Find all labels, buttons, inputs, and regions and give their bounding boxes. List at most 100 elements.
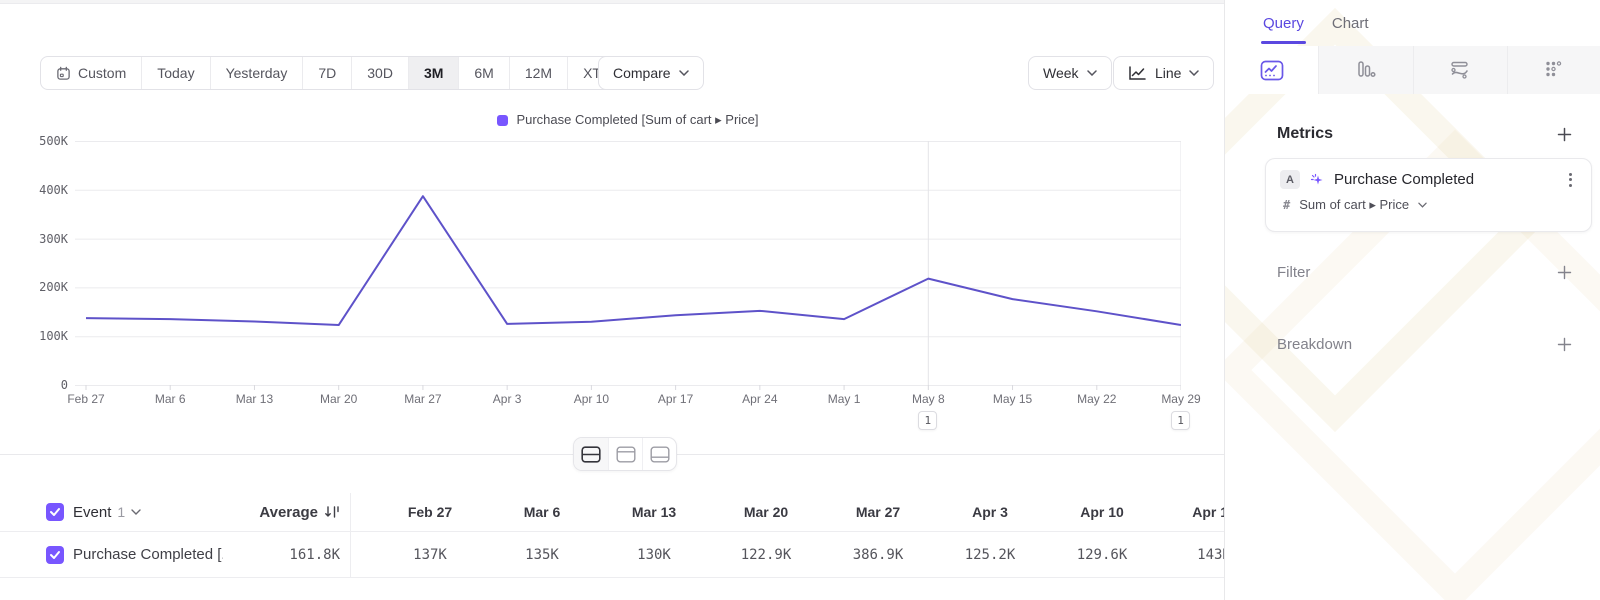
table-value-cell: 122.9K <box>710 532 822 577</box>
x-tick-label: Mar 20 <box>304 392 374 406</box>
chevron-down-icon <box>131 509 141 515</box>
dots-grid-icon <box>1544 60 1564 80</box>
breakdown-section-label: Breakdown <box>1277 336 1352 353</box>
metric-card[interactable]: A Purchase Completed # Sum of cart ▸ Pri… <box>1265 158 1592 232</box>
add-filter-button[interactable] <box>1556 264 1572 280</box>
chart-only-view-button[interactable] <box>608 438 642 470</box>
date-value-cols: 137K135K130K122.9K386.9K125.2K129.6K143K <box>350 532 1224 577</box>
plot-area <box>75 141 1181 393</box>
x-tick-label: May 15 <box>978 392 1048 406</box>
compare-button[interactable]: Compare <box>598 56 704 90</box>
x-tick-label: Apr 24 <box>725 392 795 406</box>
bar-chart-tile[interactable] <box>1318 46 1412 94</box>
range-today[interactable]: Today <box>141 57 209 89</box>
granularity-label: Week <box>1043 65 1079 81</box>
series-line <box>86 196 1181 325</box>
table-value-cell: 143K <box>1158 532 1224 577</box>
insights-icon <box>1260 60 1284 81</box>
y-tick-label: 400K <box>22 183 68 197</box>
row-checkbox[interactable] <box>46 546 64 564</box>
table-header-cell: Apr 10 <box>1046 493 1158 531</box>
insights-chart-tile[interactable] <box>1225 46 1318 94</box>
range-6m[interactable]: 6M <box>458 57 508 89</box>
x-tick-label: Apr 3 <box>472 392 542 406</box>
table-header-row: Event 1 Average Feb 27Mar 6Mar 13Mar 20M… <box>0 493 1224 532</box>
line-chart-icon <box>1128 66 1147 81</box>
average-column-header[interactable]: Average <box>259 504 318 521</box>
query-sidebar: Query Chart <box>1224 0 1600 600</box>
split-view-button[interactable] <box>574 438 608 470</box>
bottom-panel-icon <box>650 446 670 463</box>
tab-query[interactable]: Query <box>1263 0 1304 46</box>
top-panel-icon <box>616 446 636 463</box>
tab-chart[interactable]: Chart <box>1332 0 1369 46</box>
chart-legend: Purchase Completed [Sum of cart ▸ Price] <box>75 112 1181 128</box>
y-tick-label: 100K <box>22 329 68 343</box>
sidebar-tabs: Query Chart <box>1263 0 1369 46</box>
granularity-button[interactable]: Week <box>1028 56 1112 90</box>
range-3m[interactable]: 3M <box>408 57 458 89</box>
chevron-down-icon <box>1418 202 1427 208</box>
x-tick-label: Feb 27 <box>51 392 121 406</box>
metrics-section-title: Metrics <box>1277 125 1333 143</box>
table-value-cell: 137K <box>374 532 486 577</box>
range-7d[interactable]: 7D <box>302 57 351 89</box>
check-icon <box>49 507 61 517</box>
retention-tile[interactable] <box>1507 46 1600 94</box>
table-header-cell: Mar 6 <box>486 493 598 531</box>
annotation-badge[interactable]: 1 <box>918 411 937 430</box>
legend-label: Purchase Completed [Sum of cart ▸ Price] <box>516 112 758 128</box>
y-tick-label: 500K <box>22 134 68 148</box>
chart-type-button[interactable]: Line <box>1113 56 1214 90</box>
table-header-cell: Apr 3 <box>934 493 1046 531</box>
range-custom[interactable]: Custom <box>41 57 141 89</box>
bar-chart-icon <box>1356 60 1376 80</box>
analytics-app: CustomTodayYesterday7D30D3M6M12MXTD Comp… <box>0 0 1600 600</box>
table-header-cell: Apr 17 <box>1158 493 1224 531</box>
table-value-cell: 386.9K <box>822 532 934 577</box>
chevron-down-icon <box>679 70 689 76</box>
metric-aggregation-dropdown[interactable]: # Sum of cart ▸ Price <box>1280 197 1577 213</box>
flow-chart-tile[interactable] <box>1413 46 1507 94</box>
table-value-cell: 130K <box>598 532 710 577</box>
table-only-view-button[interactable] <box>642 438 676 470</box>
annotation-badge[interactable]: 1 <box>1171 411 1190 430</box>
range-yesterday[interactable]: Yesterday <box>210 57 303 89</box>
table-header-cell: Feb 27 <box>374 493 486 531</box>
plus-icon <box>1557 265 1572 280</box>
metric-event-name: Purchase Completed <box>1334 171 1554 188</box>
event-count: 1 <box>117 504 125 520</box>
x-tick-label: May 22 <box>1062 392 1132 406</box>
table-column-divider <box>350 493 351 578</box>
legend-item[interactable]: Purchase Completed [Sum of cart ▸ Price] <box>497 112 758 128</box>
range-30d[interactable]: 30D <box>351 57 408 89</box>
sort-icon[interactable] <box>324 505 340 519</box>
table-value-cell: 129.6K <box>1046 532 1158 577</box>
legend-swatch <box>497 115 508 126</box>
y-tick-label: 200K <box>22 280 68 294</box>
metric-letter-badge: A <box>1280 170 1300 189</box>
table-header-cell: Mar 13 <box>598 493 710 531</box>
filter-section-label: Filter <box>1277 264 1310 281</box>
event-column-header[interactable]: Event 1 <box>73 493 141 531</box>
x-tick-label: Apr 10 <box>556 392 626 406</box>
x-axis-labels: Feb 27Mar 6Mar 13Mar 20Mar 27Apr 3Apr 10… <box>75 392 1181 408</box>
date-range-group: CustomTodayYesterday7D30D3M6M12MXTD <box>40 56 644 90</box>
metric-menu-button[interactable] <box>1563 173 1577 187</box>
range-12m[interactable]: 12M <box>509 57 567 89</box>
y-axis-labels: 0100K200K300K400K500K <box>22 141 68 385</box>
y-tick-label: 300K <box>22 232 68 246</box>
add-breakdown-button[interactable] <box>1556 336 1572 352</box>
table-header-cell: Mar 27 <box>822 493 934 531</box>
x-tick-label: Mar 6 <box>135 392 205 406</box>
chevron-down-icon <box>1087 70 1097 76</box>
metric-aggregation-label: Sum of cart ▸ Price <box>1299 197 1409 213</box>
date-header-cols: Feb 27Mar 6Mar 13Mar 20Mar 27Apr 3Apr 10… <box>350 493 1224 531</box>
view-toggle-group <box>573 437 677 471</box>
add-metric-button[interactable] <box>1556 126 1572 142</box>
table-row: Purchase Completed [... 161.8K 137K135K1… <box>0 532 1224 578</box>
plus-icon <box>1557 337 1572 352</box>
select-all-checkbox[interactable] <box>46 503 64 521</box>
x-tick-label: Mar 13 <box>219 392 289 406</box>
check-icon <box>49 550 61 560</box>
